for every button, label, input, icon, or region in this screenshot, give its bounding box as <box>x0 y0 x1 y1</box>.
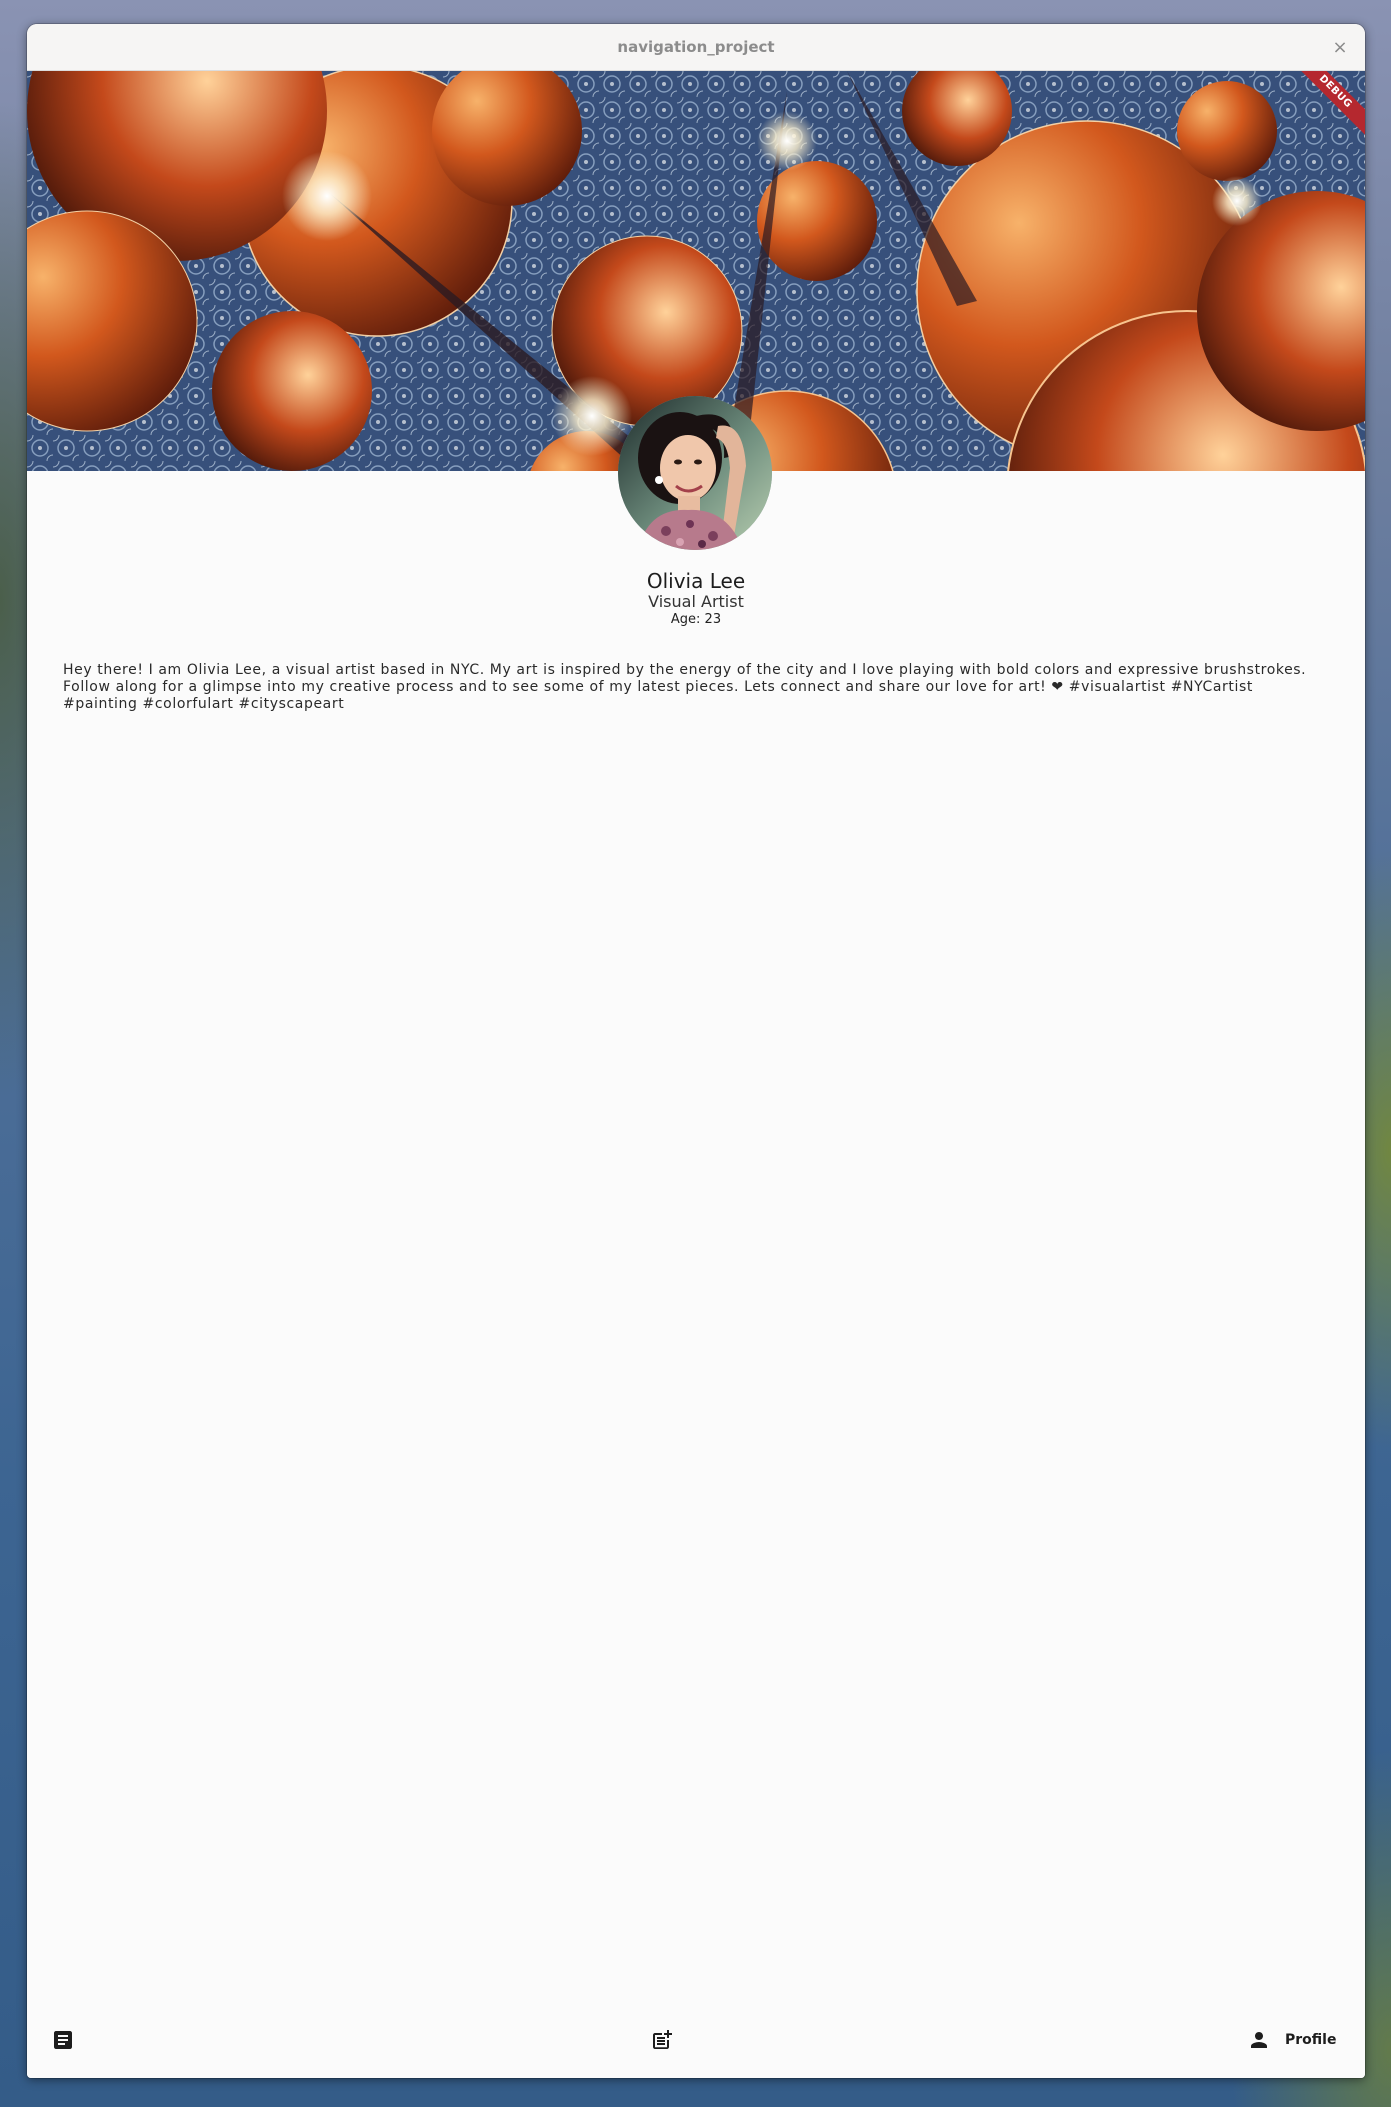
profile-bio: Hey there! I am Olivia Lee, a visual art… <box>63 662 1307 712</box>
title-bar: navigation_project × <box>27 24 1365 71</box>
close-button[interactable]: × <box>1327 34 1353 60</box>
nav-new-post-button[interactable] <box>650 2022 674 2058</box>
close-icon: × <box>1332 36 1348 58</box>
nav-profile-label: Profile <box>1285 2032 1337 2048</box>
post-add-icon <box>650 2028 674 2052</box>
window-title: navigation_project <box>617 38 775 56</box>
article-icon <box>51 2028 75 2052</box>
profile-name: Olivia Lee <box>646 569 746 593</box>
profile-age: Age: 23 <box>670 612 722 627</box>
person-icon <box>1247 2028 1271 2052</box>
app-window: navigation_project × DEBUG Olivia Lee Vi… <box>27 24 1365 2078</box>
avatar-portrait <box>618 396 772 550</box>
avatar <box>618 396 772 550</box>
bottom-navigation: Profile <box>27 2004 1365 2078</box>
profile-role: Visual Artist <box>648 592 744 611</box>
nav-feed-button[interactable] <box>51 2022 75 2058</box>
nav-profile-button[interactable]: Profile <box>1247 2022 1336 2058</box>
